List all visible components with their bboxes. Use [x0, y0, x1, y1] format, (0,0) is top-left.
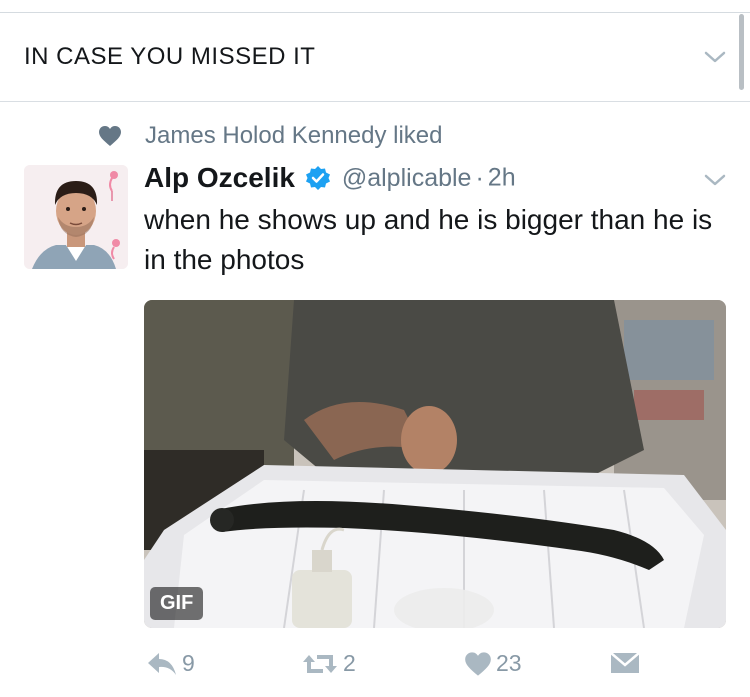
reply-icon	[148, 652, 176, 675]
retweet-icon	[303, 654, 337, 673]
chevron-down-icon[interactable]	[702, 47, 728, 67]
tweet-text: when he shows up and he is bigger than h…	[144, 204, 713, 275]
tweet-media[interactable]: GIF	[144, 300, 726, 628]
heart-icon	[465, 651, 491, 676]
verified-badge-icon	[306, 166, 331, 190]
direct-message-icon	[610, 652, 640, 673]
heart-icon	[99, 126, 121, 146]
section-header: IN CASE YOU MISSED IT	[0, 13, 750, 102]
tweet-timestamp[interactable]: 2h	[488, 164, 516, 192]
gif-preview-image	[144, 300, 726, 628]
author-name[interactable]: Alp Ozcelik	[144, 162, 295, 193]
direct-message-button[interactable]	[610, 650, 640, 686]
reply-button[interactable]: 9	[146, 650, 195, 686]
section-title: IN CASE YOU MISSED IT	[24, 43, 316, 70]
tweet-actions: 9 2 23	[0, 650, 750, 690]
tweet-header: Alp Ozcelik @alplicable · 2h	[144, 162, 516, 198]
retweet-button[interactable]: 2	[301, 650, 356, 686]
avatar[interactable]	[24, 165, 128, 269]
separator-dot: ·	[475, 163, 484, 192]
reply-count: 9	[182, 650, 195, 676]
gif-badge: GIF	[150, 587, 204, 620]
author-handle[interactable]: @alplicable	[342, 164, 472, 192]
social-context-text: James Holod Kennedy liked	[145, 122, 443, 149]
avatar-image	[24, 165, 128, 269]
chevron-down-icon[interactable]	[702, 170, 728, 190]
retweet-count: 2	[343, 650, 356, 676]
like-count: 23	[496, 650, 522, 676]
like-button[interactable]: 23	[464, 650, 522, 686]
